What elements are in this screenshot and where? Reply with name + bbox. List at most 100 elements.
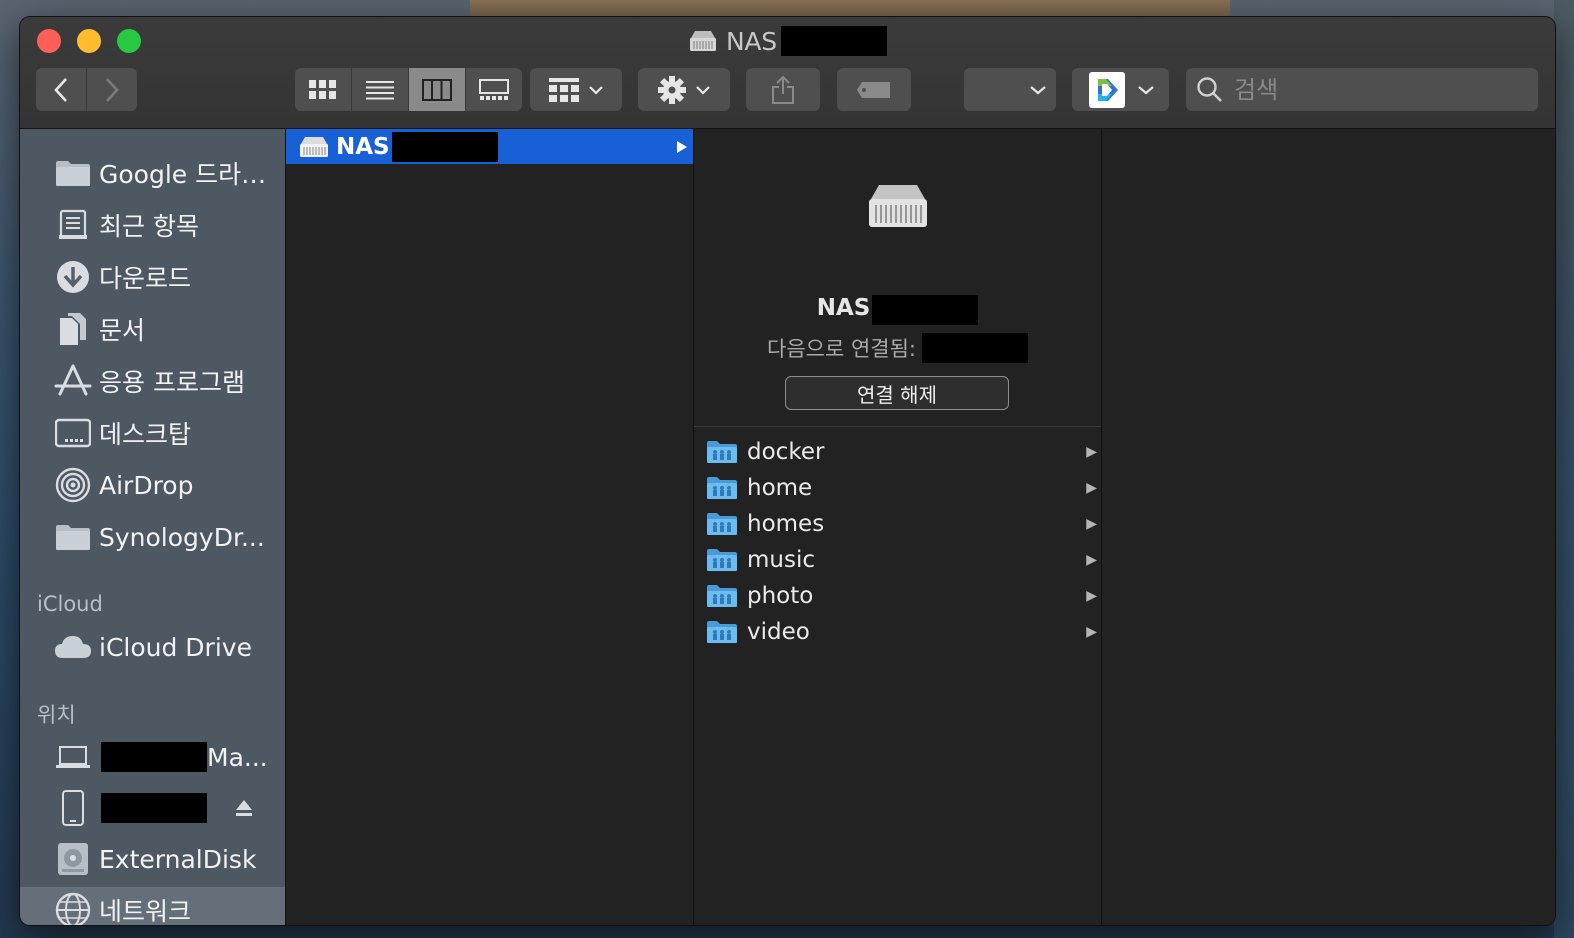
icon-view-button[interactable] [295, 68, 352, 111]
sidebar-item-label: 다운로드 [99, 264, 192, 293]
disclosure-arrow-icon: ▶ [1086, 480, 1097, 496]
preview-connected-as: 다음으로 연결됨: [694, 333, 1101, 363]
minimize-button[interactable] [77, 29, 101, 53]
sidebar-item-label: ExternalDisk [99, 844, 257, 874]
sidebar-item-network[interactable]: 네트워크 [20, 887, 285, 925]
airdrop-icon [53, 465, 93, 505]
gear-icon [658, 75, 686, 104]
sidebar-item-label: SynologyDr... [99, 522, 265, 552]
disclosure-arrow-icon: ▶ [1086, 516, 1097, 532]
redacted-block [101, 793, 207, 823]
chevron-left-icon [54, 77, 67, 102]
action-menu-button[interactable] [638, 68, 730, 111]
forward-button[interactable] [87, 68, 137, 111]
column-view-button[interactable] [409, 68, 466, 111]
folder-item-video[interactable]: video ▶ [694, 614, 1101, 650]
browser-column-2: NAS 다음으로 연결됨: 연결 해제 docker ▶ home ▶ home… [694, 129, 1102, 925]
browser-column-1: NAS [286, 129, 694, 925]
sidebar: Google 드라… 최근 항목 다운로드 문서 응용 프로그램 데스크탑 Ai… [20, 129, 286, 925]
folder-icon [53, 517, 93, 557]
sidebar-item-label: 네트워크 [99, 897, 192, 925]
shared-folder-icon [707, 549, 737, 571]
folder-item-photo[interactable]: photo ▶ [694, 578, 1101, 614]
laptop-icon [53, 737, 93, 777]
cloud-icon [53, 627, 93, 667]
sidebar-item-label: iCloud Drive [99, 632, 252, 662]
sidebar-section-icloud: iCloud [37, 592, 103, 616]
gallery-view-button[interactable] [466, 68, 522, 111]
disclosure-arrow-icon: ▶ [1086, 624, 1097, 640]
window-title-text: NAS [726, 26, 777, 56]
sidebar-item-airdrop[interactable]: AirDrop [20, 462, 285, 508]
chevron-down-icon [589, 85, 603, 95]
column-item-label: NAS [336, 133, 390, 160]
search-field[interactable] [1186, 68, 1538, 111]
folder-label: homes [747, 511, 825, 537]
chevron-right-icon [106, 77, 119, 102]
shared-folder-icon [707, 513, 737, 535]
sidebar-item-label: Google 드라… [99, 160, 267, 189]
document-icon [53, 309, 93, 349]
share-button[interactable] [746, 68, 820, 111]
preview-name: NAS [694, 295, 1101, 325]
search-icon [1197, 76, 1222, 102]
group-by-button[interactable] [530, 68, 622, 111]
window-title: NAS [688, 26, 887, 56]
chevron-down-icon [1030, 85, 1046, 94]
server-icon [690, 31, 716, 51]
applications-icon [53, 361, 93, 401]
eject-icon[interactable] [234, 798, 254, 818]
redacted-block [101, 742, 207, 772]
column-item-nas[interactable]: NAS [286, 129, 693, 164]
sidebar-item-label: 데스크탑 [99, 420, 192, 449]
shared-folder-icon [707, 441, 737, 463]
desktop-icon [53, 413, 93, 453]
disconnect-button[interactable]: 연결 해제 [785, 376, 1009, 410]
sidebar-item-label: 문서 [99, 316, 146, 345]
folder-label: home [747, 475, 813, 501]
search-input[interactable] [1232, 74, 1516, 105]
folder-label: music [747, 547, 816, 573]
folder-item-homes[interactable]: homes ▶ [694, 506, 1101, 542]
sidebar-item-device[interactable] [20, 785, 285, 831]
shared-folder-icon [707, 585, 737, 607]
close-button[interactable] [37, 29, 61, 53]
sidebar-item-google-drive[interactable]: Google 드라… [20, 150, 285, 196]
sidebar-item-downloads[interactable]: 다운로드 [20, 254, 285, 300]
toolbar: NAS [20, 17, 1555, 129]
grid-group-icon [549, 77, 579, 102]
sidebar-item-macbook[interactable]: Ma... [20, 734, 285, 780]
sidebar-item-applications[interactable]: 응용 프로그램 [20, 358, 285, 404]
sidebar-item-desktop[interactable]: 데스크탑 [20, 410, 285, 456]
chevron-down-icon [696, 85, 710, 95]
sidebar-item-documents[interactable]: 문서 [20, 306, 285, 352]
disk-icon [53, 839, 93, 879]
sidebar-item-icloud-drive[interactable]: iCloud Drive [20, 624, 285, 670]
sidebar-item-recents[interactable]: 최근 항목 [20, 202, 285, 248]
sidebar-item-label: Ma... [207, 742, 268, 772]
recents-icon [53, 205, 93, 245]
disclosure-arrow-icon: ▶ [1086, 588, 1097, 604]
list-view-button[interactable] [352, 68, 409, 111]
folder-label: photo [747, 583, 814, 609]
app-extension-button[interactable] [1072, 68, 1169, 111]
sidebar-item-synologydrive[interactable]: SynologyDr... [20, 514, 285, 560]
sidebar-item-label: 최근 항목 [99, 212, 199, 241]
sidebar-item-label: AirDrop [99, 470, 194, 500]
server-icon [300, 136, 328, 157]
redacted-block [780, 26, 887, 56]
sidebar-item-label: 응용 프로그램 [99, 368, 245, 397]
toolbar-dropdown[interactable] [964, 68, 1056, 111]
tag-button[interactable] [837, 68, 911, 111]
disclosure-arrow-icon: ▶ [1086, 444, 1097, 460]
maximize-button[interactable] [117, 29, 141, 53]
redacted-block [922, 333, 1028, 363]
nav-buttons [36, 68, 137, 111]
back-button[interactable] [36, 68, 87, 111]
folder-item-music[interactable]: music ▶ [694, 542, 1101, 578]
sidebar-item-externaldisk[interactable]: ExternalDisk [20, 836, 285, 882]
server-preview-icon [869, 185, 927, 227]
folder-item-home[interactable]: home ▶ [694, 470, 1101, 506]
folder-item-docker[interactable]: docker ▶ [694, 434, 1101, 470]
gallery-icon [479, 78, 509, 100]
